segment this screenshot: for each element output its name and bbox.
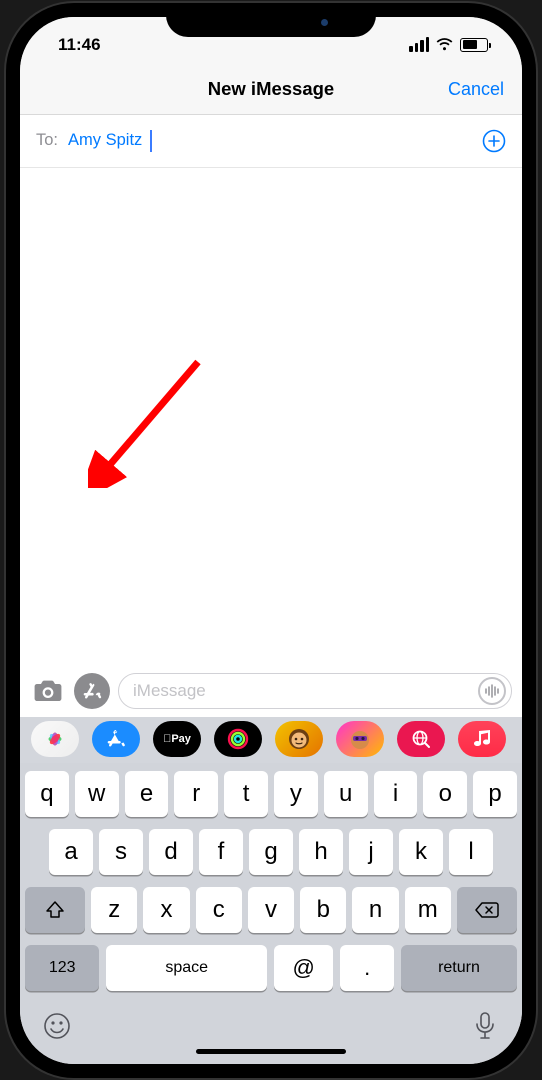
- wifi-icon: [435, 38, 454, 52]
- key-r[interactable]: r: [174, 771, 218, 817]
- animoji-app[interactable]: [336, 721, 384, 757]
- key-g[interactable]: g: [249, 829, 293, 875]
- header: New iMessage Cancel: [20, 65, 522, 115]
- key-d[interactable]: d: [149, 829, 193, 875]
- key-i[interactable]: i: [374, 771, 418, 817]
- key-x[interactable]: x: [143, 887, 189, 933]
- search-globe-icon: [411, 729, 431, 749]
- audio-record-button[interactable]: [478, 677, 506, 705]
- key-z[interactable]: z: [91, 887, 137, 933]
- key-n[interactable]: n: [352, 887, 398, 933]
- backspace-icon: [475, 901, 499, 919]
- key-s[interactable]: s: [99, 829, 143, 875]
- key-l[interactable]: l: [449, 829, 493, 875]
- backspace-key[interactable]: [457, 887, 517, 933]
- activity-rings-icon: [227, 728, 249, 750]
- photos-app[interactable]: [31, 721, 79, 757]
- notch: [166, 3, 376, 37]
- space-key[interactable]: space: [106, 945, 267, 991]
- apple-pay-app[interactable]: Pay: [153, 721, 201, 757]
- key-j[interactable]: j: [349, 829, 393, 875]
- imessage-app-strip[interactable]: Pay: [20, 717, 522, 763]
- page-title: New iMessage: [208, 78, 334, 100]
- photos-icon: [44, 728, 66, 750]
- app-store-a-icon: [106, 729, 126, 749]
- add-contact-button[interactable]: [482, 129, 506, 153]
- at-key[interactable]: @: [274, 945, 333, 991]
- emoji-smile-icon: [42, 1011, 72, 1041]
- shift-up-icon: [45, 900, 65, 920]
- battery-icon: [460, 38, 488, 52]
- phone-frame: 11:46 New iMessage Cancel: [6, 3, 536, 1078]
- key-b[interactable]: b: [300, 887, 346, 933]
- key-k[interactable]: k: [399, 829, 443, 875]
- cellular-signal-icon: [409, 37, 429, 52]
- home-indicator[interactable]: [196, 1049, 346, 1054]
- key-v[interactable]: v: [248, 887, 294, 933]
- app-store-icon: [82, 681, 102, 701]
- recipient-chip[interactable]: Amy Spitz: [64, 129, 146, 152]
- key-o[interactable]: o: [423, 771, 467, 817]
- key-f[interactable]: f: [199, 829, 243, 875]
- hashtag-images-app[interactable]: [397, 721, 445, 757]
- arrow-annotation: [88, 358, 208, 488]
- plus-circle-icon: [482, 129, 506, 153]
- music-note-icon: [474, 730, 490, 748]
- numbers-key[interactable]: 123: [25, 945, 99, 991]
- memoji-app[interactable]: [275, 721, 323, 757]
- key-m[interactable]: m: [405, 887, 451, 933]
- key-w[interactable]: w: [75, 771, 119, 817]
- app-store-shortcut-button[interactable]: [74, 673, 110, 709]
- music-app[interactable]: [458, 721, 506, 757]
- conversation-area: [20, 168, 522, 665]
- keyboard-bottom-bar: [20, 1005, 522, 1064]
- screen: 11:46 New iMessage Cancel: [20, 17, 522, 1064]
- key-u[interactable]: u: [324, 771, 368, 817]
- to-field[interactable]: To: Amy Spitz: [20, 115, 522, 168]
- animoji-face-icon: [347, 726, 373, 752]
- text-cursor: [150, 130, 152, 152]
- message-input-row: iMessage: [20, 665, 522, 717]
- key-y[interactable]: y: [274, 771, 318, 817]
- emoji-button[interactable]: [42, 1011, 72, 1046]
- status-time: 11:46: [58, 35, 101, 55]
- status-icons: [409, 37, 488, 52]
- key-a[interactable]: a: [49, 829, 93, 875]
- shift-key[interactable]: [25, 887, 85, 933]
- dictation-button[interactable]: [474, 1011, 496, 1046]
- activity-app[interactable]: [214, 721, 262, 757]
- key-q[interactable]: q: [25, 771, 69, 817]
- key-t[interactable]: t: [224, 771, 268, 817]
- key-p[interactable]: p: [473, 771, 517, 817]
- key-c[interactable]: c: [196, 887, 242, 933]
- to-label: To:: [36, 131, 58, 150]
- camera-icon: [33, 678, 63, 704]
- period-key[interactable]: .: [340, 945, 394, 991]
- message-placeholder: iMessage: [133, 681, 206, 701]
- microphone-icon: [474, 1011, 496, 1041]
- camera-button[interactable]: [30, 673, 66, 709]
- key-e[interactable]: e: [125, 771, 169, 817]
- app-store-app[interactable]: [92, 721, 140, 757]
- message-input[interactable]: iMessage: [118, 673, 512, 709]
- cancel-button[interactable]: Cancel: [448, 79, 504, 100]
- memoji-face-icon: [286, 726, 312, 752]
- return-key[interactable]: return: [401, 945, 517, 991]
- key-h[interactable]: h: [299, 829, 343, 875]
- keyboard: q w e r t y u i o p a s d f g h: [20, 763, 522, 1005]
- waveform-icon: [484, 684, 500, 698]
